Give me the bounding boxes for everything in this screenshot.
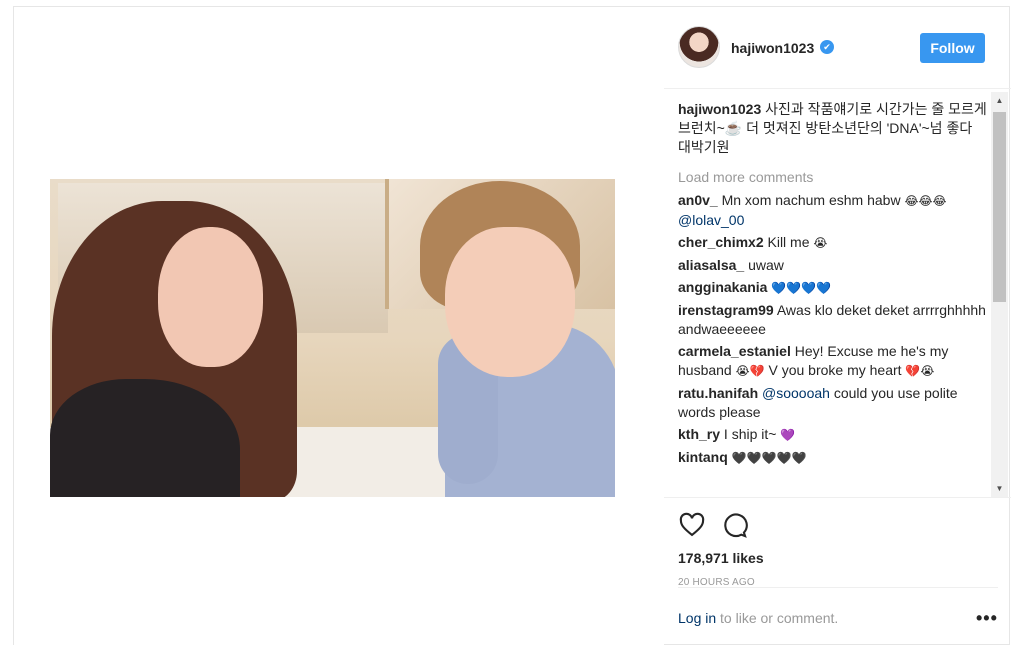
comment-item: irenstagram99 Awas klo deket deket arrrr… [678, 301, 988, 339]
scroll-down-arrow-icon[interactable]: ▼ [991, 480, 1008, 497]
comment-emoji: 😭💔 [735, 364, 765, 378]
comment-username[interactable]: kth_ry [678, 426, 720, 442]
comment-text: uwaw [748, 257, 784, 273]
avatar[interactable] [678, 26, 720, 68]
comment-text: I ship it~ [723, 426, 777, 442]
post-sidebar: hajiwon1023 ✔ Follow hajiwon1023 사진과 작품얘… [664, 7, 1011, 646]
post-header: hajiwon1023 ✔ Follow [664, 7, 1011, 89]
comment-item: cher_chimx2 Kill me 😭 [678, 233, 988, 253]
comment-item: kth_ry I ship it~ 💜 [678, 425, 988, 445]
comment-username[interactable]: irenstagram99 [678, 302, 774, 318]
comment-username[interactable]: an0v_ [678, 192, 718, 208]
scroll-up-arrow-icon[interactable]: ▲ [991, 92, 1008, 109]
comment-item: angginakania 💙💙💙💙 [678, 278, 988, 298]
comment-item: an0v_ Mn xom nachum eshm habw 😂😂😂 @lolav… [678, 191, 988, 230]
comment-mention[interactable]: @lolav_00 [678, 212, 744, 228]
comment-emoji-continued: 💔😭 [905, 364, 935, 378]
scrollbar-thumb[interactable] [993, 112, 1006, 302]
comment-item: carmela_estaniel Hey! Excuse me he's my … [678, 342, 988, 381]
comment-username[interactable]: ratu.hanifah [678, 385, 758, 401]
follow-button[interactable]: Follow [920, 33, 985, 63]
post-media [14, 7, 664, 646]
comment-item: ratu.hanifah @sooooah could you use poli… [678, 384, 988, 422]
comment-emoji: 😂😂😂 [904, 194, 947, 208]
comments-scrollbar[interactable]: ▲ ▼ [991, 92, 1008, 497]
comment-emoji: 💜 [780, 428, 796, 442]
comment-item: aliasalsa_ uwaw [678, 256, 988, 275]
login-prompt-text: to like or comment. [716, 610, 839, 626]
post-actions: 178,971 likes 20 HOURS AGO [664, 497, 1011, 597]
photo-person-right-face [445, 227, 575, 377]
verified-badge-icon: ✔ [820, 40, 834, 54]
comment-text: Mn xom nachum eshm habw [721, 192, 901, 208]
login-prompt: Log in to like or comment. [678, 610, 838, 626]
caption-username[interactable]: hajiwon1023 [678, 101, 761, 117]
comment-mention[interactable]: @sooooah [762, 385, 830, 401]
photo-person-left-face [158, 227, 263, 367]
heart-icon[interactable] [678, 511, 706, 539]
comment-username[interactable]: kintanq [678, 449, 728, 465]
comments-list[interactable]: hajiwon1023 사진과 작품얘기로 시간가는 줄 모르게 브런치~☕ 더… [664, 92, 1011, 497]
comment-bubble-icon[interactable] [720, 511, 748, 539]
likes-count[interactable]: 178,971 likes [678, 550, 764, 566]
more-options-icon[interactable]: ••• [976, 608, 998, 629]
post-caption: hajiwon1023 사진과 작품얘기로 시간가는 줄 모르게 브런치~☕ 더… [678, 100, 988, 157]
comment-text: Kill me [767, 234, 810, 250]
comment-username[interactable]: carmela_estaniel [678, 343, 791, 359]
header-username[interactable]: hajiwon1023 [731, 40, 814, 56]
comment-emoji: 💙💙💙💙 [771, 281, 832, 295]
comment-item: kintanq 🖤🖤🖤🖤🖤 [678, 448, 988, 468]
comment-emoji: 😭 [813, 236, 828, 250]
post-card: hajiwon1023 ✔ Follow hajiwon1023 사진과 작품얘… [13, 6, 1011, 646]
comment-username[interactable]: aliasalsa_ [678, 257, 744, 273]
login-link[interactable]: Log in [678, 610, 716, 626]
post-photo[interactable] [50, 179, 615, 497]
comment-text-continued: V you broke my heart [768, 362, 902, 378]
post-footer: Log in to like or comment. ••• [678, 587, 998, 646]
load-more-comments-link[interactable]: Load more comments [678, 168, 988, 187]
comment-username[interactable]: angginakania [678, 279, 767, 295]
comment-emoji: 🖤🖤🖤🖤🖤 [731, 451, 807, 465]
comment-username[interactable]: cher_chimx2 [678, 234, 764, 250]
